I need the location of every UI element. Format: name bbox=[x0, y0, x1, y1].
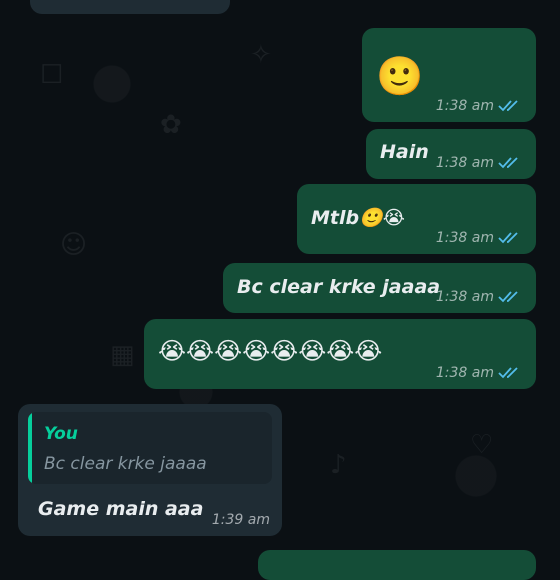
message-text: Bc clear krke jaaaa bbox=[237, 276, 441, 298]
message-meta: 1:38 am bbox=[436, 155, 522, 171]
reply-author: You bbox=[44, 424, 78, 444]
message-bubble-outgoing[interactable]: 😭😭😭😭😭😭😭😭 1:38 am bbox=[144, 319, 536, 389]
message-bubble-outgoing[interactable]: Bc clear krke jaaaa 1:38 am bbox=[223, 263, 536, 313]
message-time: 1:38 am bbox=[435, 98, 494, 114]
music-doodle-icon: ♪ bbox=[330, 450, 347, 480]
message-time: 1:39 am bbox=[211, 512, 270, 528]
double-check-icon bbox=[498, 157, 518, 169]
message-bubble-outgoing-partial[interactable] bbox=[258, 550, 536, 580]
message-bubble-outgoing[interactable]: Hain 1:38 am bbox=[366, 129, 536, 179]
double-check-icon bbox=[498, 232, 518, 244]
message-meta: 1:38 am bbox=[436, 98, 522, 114]
double-check-icon bbox=[498, 291, 518, 303]
leaf-doodle-icon: ✿ bbox=[160, 110, 182, 140]
reply-accent-bar bbox=[28, 412, 32, 484]
message-bubble-outgoing[interactable]: 🙂 1:38 am bbox=[362, 28, 536, 122]
message-text: 🙂 bbox=[376, 54, 424, 98]
reply-text: Bc clear krke jaaaa bbox=[44, 454, 207, 474]
message-time: 1:38 am bbox=[435, 230, 494, 246]
quoted-reply[interactable]: You Bc clear krke jaaaa bbox=[28, 412, 272, 484]
message-time: 1:38 am bbox=[435, 155, 494, 171]
message-bubble-incoming[interactable]: You Bc clear krke jaaaa Game main aaa 1:… bbox=[18, 404, 282, 536]
message-meta: 1:38 am bbox=[436, 365, 522, 381]
message-text: Game main aaa bbox=[38, 498, 204, 520]
message-text: Hain bbox=[380, 141, 429, 163]
camera-doodle-icon: ☐ bbox=[40, 60, 64, 90]
message-text: 😭😭😭😭😭😭😭😭 bbox=[158, 337, 383, 365]
message-bubble-outgoing[interactable]: Mtlb🙂😭 1:38 am bbox=[297, 184, 536, 254]
message-meta: 1:39 am bbox=[212, 512, 270, 528]
heart-doodle-icon: ♡ bbox=[470, 430, 494, 460]
message-time: 1:38 am bbox=[435, 365, 494, 381]
double-check-icon bbox=[498, 100, 518, 112]
message-meta: 1:38 am bbox=[436, 230, 522, 246]
smiley-doodle-icon: ☺ bbox=[60, 230, 88, 260]
message-text: Mtlb🙂😭 bbox=[311, 207, 405, 229]
message-bubble-incoming-partial[interactable] bbox=[30, 0, 230, 14]
calendar-doodle-icon: ▦ bbox=[110, 340, 135, 370]
star-doodle-icon: ✧ bbox=[250, 40, 272, 70]
message-time: 1:38 am bbox=[435, 289, 494, 305]
message-meta: 1:38 am bbox=[436, 289, 522, 305]
double-check-icon bbox=[498, 367, 518, 379]
